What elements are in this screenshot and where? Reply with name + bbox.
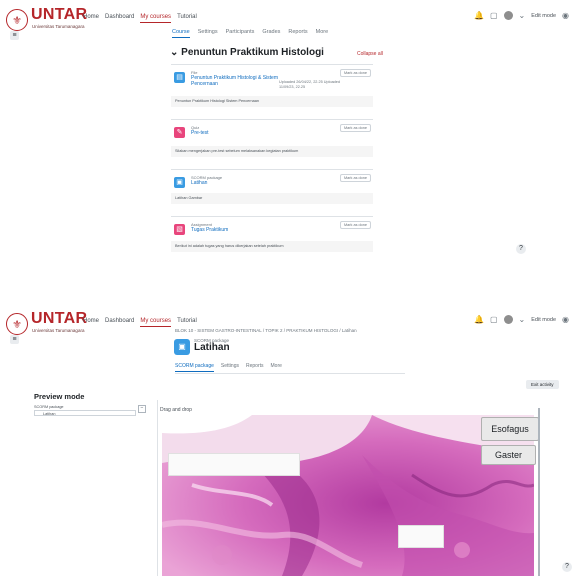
avatar[interactable]	[503, 315, 513, 324]
tab-reports[interactable]: Reports	[288, 29, 307, 38]
file-icon: ▤	[174, 72, 185, 83]
answer-gaster[interactable]: Gaster	[481, 445, 536, 465]
activity-name[interactable]: Tugas Praktikum	[191, 227, 281, 233]
activity-assignment[interactable]: ▧ Assignment Tugas Praktikum Mark as don…	[171, 216, 373, 257]
untar-logo-icon[interactable]: ⚜	[6, 9, 28, 31]
mark-as-done-button[interactable]: Mark as done	[339, 221, 371, 229]
nav-tutorial[interactable]: Tutorial	[177, 317, 197, 327]
tab-reports[interactable]: Reports	[246, 363, 264, 372]
scorm-page-screenshot: ⚜ UNTAR Universitas Tarumanagara Home Da…	[0, 288, 577, 576]
brand-subtitle: Universitas Tarumanagara	[32, 24, 85, 29]
chat-icon[interactable]: ▢	[490, 11, 498, 20]
primary-nav: Home Dashboard My courses Tutorial	[83, 317, 197, 327]
activity-file[interactable]: ▤ File Penuntun Praktikum Histologi & Si…	[171, 64, 373, 117]
help-button[interactable]: ?	[562, 562, 572, 572]
edit-mode-label: Edit mode	[531, 316, 557, 323]
drop-zone-2[interactable]	[398, 525, 444, 548]
brand-name: UNTAR	[31, 310, 88, 327]
tab-scorm-package[interactable]: SCORM package	[175, 363, 214, 372]
bell-icon[interactable]: 🔔	[474, 11, 484, 20]
mark-as-done-button[interactable]: Mark as done	[339, 174, 371, 182]
breadcrumb[interactable]: BLOK 10 - SISTEM GASTRO-INTESTINAL / TOP…	[175, 328, 357, 333]
chevron-down-icon[interactable]: ⌄	[519, 315, 526, 324]
avatar[interactable]	[503, 11, 513, 20]
nav-tutorial[interactable]: Tutorial	[177, 13, 197, 23]
toc-item-latihan[interactable]: Latihan	[34, 410, 136, 416]
section-title-text: Penuntun Praktikum Histologi	[181, 47, 324, 58]
frame-scrollbar[interactable]	[538, 408, 540, 576]
tab-participants[interactable]: Participants	[226, 29, 255, 38]
activity-description: Silakan mengerjakan pre-test sebelum mel…	[171, 146, 373, 157]
tab-more[interactable]: More	[316, 29, 329, 38]
chevron-down-icon[interactable]: ⌄	[519, 11, 526, 20]
nav-home[interactable]: Home	[83, 13, 99, 23]
nav-dashboard[interactable]: Dashboard	[105, 317, 134, 327]
activity-name[interactable]: Pre-test	[191, 130, 281, 136]
question-label: Drag and drop	[160, 407, 192, 413]
chat-icon[interactable]: ▢	[490, 315, 498, 324]
activity-name[interactable]: Penuntun Praktikum Histologi & Sistem Pe…	[191, 75, 281, 87]
scorm-tabs: SCORM package Settings Reports More	[175, 363, 282, 372]
activity-scorm[interactable]: ▣ SCORM package Latihan Mark as done Lat…	[171, 169, 373, 212]
scorm-icon: ▣	[174, 339, 190, 355]
assignment-icon: ▧	[174, 224, 185, 235]
nav-home[interactable]: Home	[83, 317, 99, 327]
mark-as-done-button[interactable]: Mark as done	[339, 124, 371, 132]
page-title: Latihan	[194, 342, 230, 353]
activity-quiz[interactable]: ✎ Quiz Pre-test Mark as done Silakan men…	[171, 119, 373, 164]
tab-settings[interactable]: Settings	[221, 363, 239, 372]
toggle-icon[interactable]: ◉	[562, 315, 569, 324]
user-tools: 🔔 ▢ ⌄ Edit mode ◉	[474, 11, 569, 20]
primary-nav: Home Dashboard My courses Tutorial	[83, 13, 197, 23]
collapse-all-link[interactable]: Collapse all	[357, 51, 383, 57]
quiz-icon: ✎	[174, 127, 185, 138]
activity-description: Latihan Gambar	[171, 193, 373, 204]
activity-description: Penuntun Praktikum Histologi Sistem Penc…	[171, 96, 373, 107]
untar-logo-icon[interactable]: ⚜	[6, 313, 28, 335]
section-title[interactable]: ⌄ Penuntun Praktikum Histologi	[170, 47, 324, 58]
toc-toggle-button[interactable]: −	[138, 405, 146, 413]
help-button[interactable]: ?	[516, 244, 526, 254]
brand-name: UNTAR	[31, 6, 88, 23]
answer-esofagus[interactable]: Esofagus	[481, 417, 539, 441]
tab-divider	[175, 373, 405, 374]
nav-my-courses[interactable]: My courses	[140, 13, 172, 23]
toc-heading: SCORM package	[34, 405, 64, 409]
scorm-toc: SCORM package Latihan −	[34, 405, 146, 416]
nav-dashboard[interactable]: Dashboard	[105, 13, 134, 23]
scorm-icon: ▣	[174, 177, 185, 188]
activity-name[interactable]: Latihan	[191, 180, 281, 186]
bell-icon[interactable]: 🔔	[474, 315, 484, 324]
activity-upload-info: Uploaded 26/04/22, 22.25 Uploaded 11/09/…	[279, 80, 341, 89]
tab-course[interactable]: Course	[172, 29, 190, 38]
histology-image	[162, 415, 534, 576]
edit-mode-label: Edit mode	[531, 12, 557, 19]
brand-subtitle: Universitas Tarumanagara	[32, 328, 85, 333]
mark-as-done-button[interactable]: Mark as done	[339, 69, 371, 77]
activity-description: Berikut ini adalah tugas yang harus dike…	[171, 241, 373, 252]
drawer-toggle-button[interactable]: ≡	[10, 335, 19, 344]
preview-mode-title: Preview mode	[34, 392, 85, 401]
course-tabs: Course Settings Participants Grades Repo…	[172, 29, 328, 38]
exit-activity-button[interactable]: Exit activity	[526, 380, 559, 389]
drop-zone-1[interactable]	[168, 453, 300, 476]
toggle-icon[interactable]: ◉	[562, 11, 569, 20]
nav-my-courses[interactable]: My courses	[140, 317, 172, 327]
tab-grades[interactable]: Grades	[262, 29, 280, 38]
tab-more[interactable]: More	[271, 363, 282, 372]
tab-settings[interactable]: Settings	[198, 29, 218, 38]
user-tools: 🔔 ▢ ⌄ Edit mode ◉	[474, 315, 569, 324]
drawer-toggle-button[interactable]: ≡	[10, 31, 19, 40]
course-page-screenshot: ⚜ UNTAR Universitas Tarumanagara Home Da…	[0, 0, 577, 288]
